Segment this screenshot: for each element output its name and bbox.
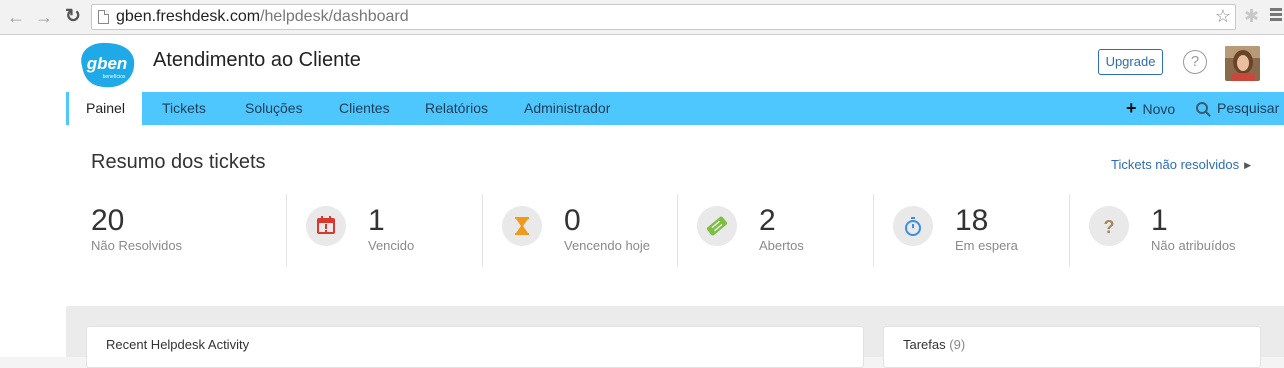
svg-text:?: ? — [1104, 217, 1115, 237]
stat-value: 1 — [1151, 204, 1168, 237]
search-icon — [1196, 102, 1208, 114]
url-text[interactable]: gben.freshdesk.com/helpdesk/dashboard — [116, 8, 409, 26]
help-icon[interactable]: ? — [1183, 50, 1207, 74]
stat-on-hold[interactable]: 18 Em espera — [893, 196, 1068, 266]
dashboard-widgets: Recent Helpdesk Activity Tarefas (9) — [66, 306, 1284, 368]
app-window: gben benefícios Atendimento ao Cliente U… — [0, 35, 1284, 368]
plus-icon: + — [1126, 98, 1137, 118]
search-button[interactable]: Pesquisar — [1196, 92, 1279, 125]
stat-value: 0 — [564, 204, 581, 237]
chevron-right-icon: ▶ — [1244, 160, 1252, 170]
address-bar[interactable]: gben.freshdesk.com/helpdesk/dashboard ☆ — [91, 4, 1236, 30]
hourglass-icon — [502, 206, 542, 246]
tasks-title: Tarefas — [903, 337, 946, 352]
stat-unresolved[interactable]: 20 Não Resolvidos — [91, 196, 271, 266]
left-gutter — [0, 35, 67, 357]
tab-painel[interactable]: Painel — [69, 92, 142, 125]
tab-tickets[interactable]: Tickets — [162, 92, 206, 125]
stat-label: Abertos — [759, 238, 804, 253]
logo-subtext: benefícios — [103, 74, 126, 80]
calendar-alert-icon — [306, 206, 346, 246]
stat-value: 20 — [91, 204, 125, 237]
activity-panel-title: Recent Helpdesk Activity — [106, 337, 250, 352]
stat-label: Vencendo hoje — [564, 238, 651, 253]
forward-arrow-icon[interactable]: → — [34, 7, 54, 27]
browser-menu-icon[interactable] — [1270, 8, 1282, 23]
app-title: Atendimento ao Cliente — [153, 49, 361, 71]
stopwatch-icon — [893, 206, 933, 246]
tab-relatorios[interactable]: Relatórios — [425, 92, 488, 125]
stat-value: 1 — [368, 204, 385, 237]
stat-label: Não atribuídos — [1151, 238, 1236, 253]
reload-icon[interactable]: ↻ — [63, 7, 83, 27]
summary-title: Resumo dos tickets — [91, 151, 266, 173]
tab-administrador[interactable]: Administrador — [524, 92, 610, 125]
main-navbar: Painel Tickets Soluções Clientes Relatór… — [66, 92, 1284, 125]
stat-value: 18 — [955, 204, 989, 237]
user-avatar[interactable] — [1225, 46, 1260, 81]
stat-due-today[interactable]: 0 Vencendo hoje — [502, 196, 677, 266]
unresolved-link-label: Tickets não resolvidos — [1111, 157, 1240, 172]
url-host: gben.freshdesk.com — [116, 8, 261, 25]
page-icon — [98, 10, 109, 24]
divider — [1069, 194, 1070, 267]
tasks-panel: Tarefas (9) — [883, 326, 1261, 368]
stat-label: Vencido — [368, 238, 415, 253]
bookmark-star-icon[interactable]: ☆ — [1215, 6, 1231, 27]
search-label: Pesquisar — [1217, 100, 1280, 116]
tab-solucoes[interactable]: Soluções — [245, 92, 303, 125]
stat-overdue[interactable]: 1 Vencido — [306, 196, 481, 266]
extension-icon[interactable]: ✱ — [1244, 6, 1259, 27]
stat-value: 2 — [759, 204, 776, 237]
stat-open[interactable]: 2 Abertos — [697, 196, 872, 266]
divider — [873, 194, 874, 267]
stat-unassigned[interactable]: ? 1 Não atribuídos — [1089, 196, 1279, 266]
ticket-icon — [697, 206, 737, 246]
unresolved-tickets-link[interactable]: Tickets não resolvidos ▶ — [1111, 157, 1251, 172]
gben-logo[interactable]: gben benefícios — [76, 40, 138, 90]
tasks-count: (9) — [949, 337, 966, 352]
app-header: gben benefícios Atendimento ao Cliente U… — [66, 35, 1284, 92]
ticket-summary: Resumo dos tickets Tickets não resolvido… — [66, 125, 1284, 306]
divider — [482, 194, 483, 267]
back-arrow-icon[interactable]: ← — [6, 7, 26, 27]
url-path: /helpdesk/dashboard — [260, 8, 409, 25]
new-label: Novo — [1142, 101, 1176, 117]
logo-text: gben — [86, 54, 128, 73]
browser-toolbar: ← → ↻ gben.freshdesk.com/helpdesk/dashbo… — [0, 0, 1284, 35]
tab-clientes[interactable]: Clientes — [339, 92, 390, 125]
question-icon: ? — [1089, 206, 1129, 246]
stat-label: Não Resolvidos — [91, 238, 183, 253]
upgrade-button[interactable]: Upgrade — [1098, 49, 1163, 75]
divider — [677, 194, 678, 267]
divider — [286, 194, 287, 267]
stat-label: Em espera — [955, 238, 1018, 253]
new-button[interactable]: + Novo — [1126, 92, 1175, 125]
tasks-panel-title: Tarefas (9) — [903, 337, 965, 352]
activity-panel: Recent Helpdesk Activity — [86, 326, 864, 368]
